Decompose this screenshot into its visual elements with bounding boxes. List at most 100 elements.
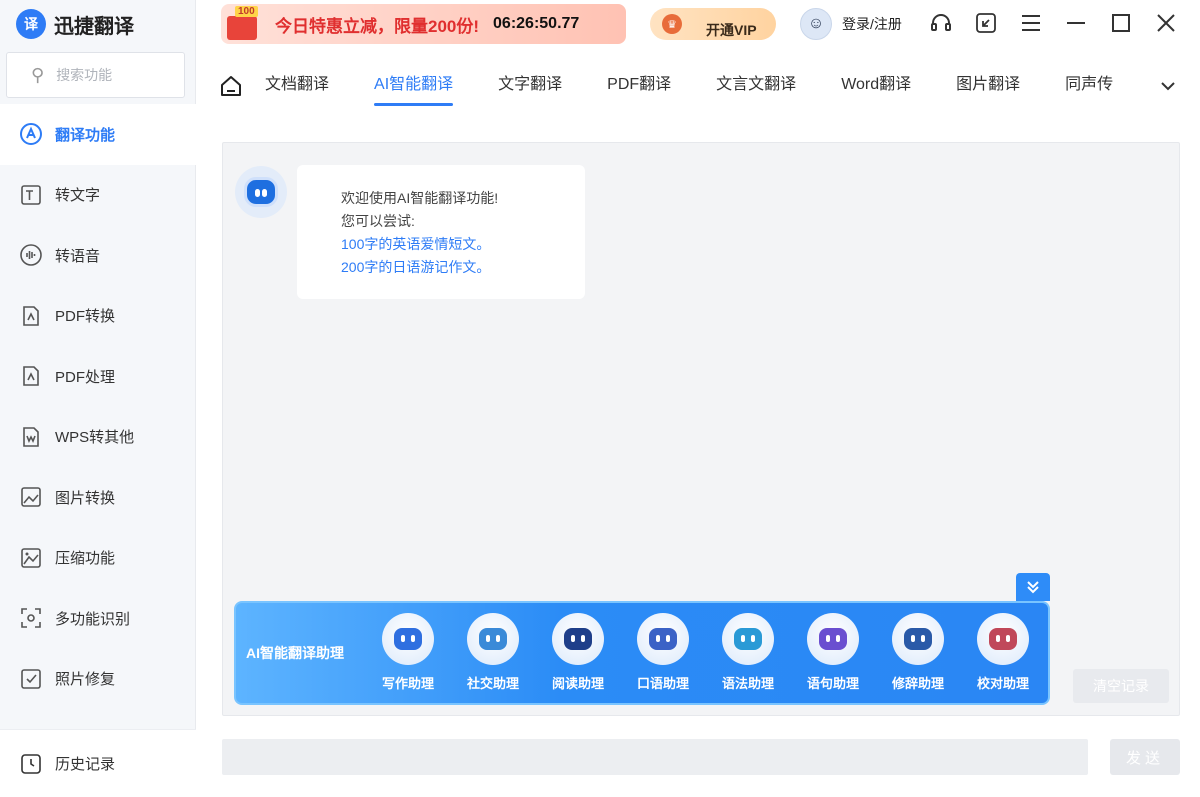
vip-label: 开通VIP (706, 22, 757, 38)
app-logo: 译 迅捷翻译 (16, 8, 134, 40)
search-input[interactable]: ⚲ 搜索功能 (6, 52, 185, 98)
welcome-message: 欢迎使用AI智能翻译功能! 您可以尝试: 100字的英语爱情短文。 200字的日… (297, 165, 585, 299)
sidebar-item-pdf-convert[interactable]: PDF转换 (0, 286, 196, 347)
app-title: 迅捷翻译 (54, 15, 134, 38)
sidebar-item-recognize[interactable]: 多功能识别 (0, 588, 196, 649)
sidebar-item-label: 转语音 (55, 247, 101, 265)
image-convert-icon (18, 484, 44, 510)
promo-text: 今日特惠立减，限量200份! (275, 16, 480, 36)
helper-label: 语句助理 (806, 676, 859, 691)
helper-grammar[interactable]: 语法助理 (713, 613, 783, 692)
promo-badge: 100 (235, 6, 258, 17)
helper-label: 社交助理 (466, 676, 519, 691)
avatar: ☺ (800, 8, 832, 40)
compress-icon (18, 545, 44, 571)
sidebar-nav: 翻译功能 转文字 转语音 PDF转换 PDF处理 WPS转其他 图片转换 压缩功… (0, 104, 196, 709)
tab-pdf-translate[interactable]: PDF翻译 (607, 64, 671, 108)
assistant-title: AI智能翻译助理 (246, 645, 344, 661)
helper-label: 阅读助理 (551, 676, 604, 691)
welcome-text: 欢迎使用AI智能翻译功能! (341, 190, 499, 206)
robot-icon (892, 613, 944, 665)
tab-ai-translate[interactable]: AI智能翻译 (374, 64, 454, 108)
search-placeholder: 搜索功能 (56, 67, 113, 83)
robot-icon (552, 613, 604, 665)
vip-button[interactable]: ♛ 开通VIP (650, 8, 776, 40)
sidebar-item-label: PDF处理 (55, 368, 116, 386)
sidebar-item-text-convert[interactable]: 转文字 (0, 165, 196, 226)
helper-label: 写作助理 (381, 676, 434, 691)
helper-reading[interactable]: 阅读助理 (543, 613, 613, 692)
crown-icon: ♛ (662, 14, 682, 34)
minimize-icon[interactable] (1063, 10, 1089, 36)
close-icon[interactable] (1153, 10, 1179, 36)
search-icon: ⚲ (31, 64, 45, 85)
photo-repair-icon (18, 666, 44, 692)
helper-proofread[interactable]: 校对助理 (968, 613, 1038, 692)
tab-classical-translate[interactable]: 文言文翻译 (716, 64, 796, 108)
sidebar-item-label: 转文字 (55, 187, 101, 205)
robot-icon (807, 613, 859, 665)
maximize-icon[interactable] (1108, 10, 1134, 36)
sidebar-item-pdf-process[interactable]: PDF处理 (0, 346, 196, 407)
try-text: 您可以尝试: (341, 213, 415, 229)
translate-icon (18, 121, 44, 147)
history-icon (18, 751, 44, 777)
sidebar-item-label: 压缩功能 (55, 550, 116, 568)
helper-sentence[interactable]: 语句助理 (798, 613, 868, 692)
sidebar-item-compress[interactable]: 压缩功能 (0, 528, 196, 589)
gift-icon: 100 (221, 4, 267, 44)
robot-icon (467, 613, 519, 665)
suggestion-link[interactable]: 200字的日语游记作文。 (341, 256, 585, 279)
clear-history-button[interactable]: 清空记录 (1073, 669, 1169, 703)
sidebar-item-label: 照片修复 (55, 671, 116, 689)
assistant-bar: AI智能翻译助理 写作助理 社交助理 阅读助理 口语助理 语法助理 语句助理 修… (234, 601, 1050, 705)
sidebar-item-photo-repair[interactable]: 照片修复 (0, 649, 196, 710)
helper-rhetoric[interactable]: 修辞助理 (883, 613, 953, 692)
login-button[interactable]: ☺ 登录/注册 (800, 8, 902, 40)
sidebar-item-label: WPS转其他 (55, 429, 135, 447)
minimize-window-icon[interactable] (973, 10, 999, 36)
headset-icon[interactable] (928, 10, 954, 36)
sidebar-item-image-convert[interactable]: 图片转换 (0, 467, 196, 528)
promo-timer: 06:26:50.77 (493, 15, 580, 32)
robot-icon (382, 613, 434, 665)
suggestion-link[interactable]: 100字的英语爱情短文。 (341, 233, 585, 256)
sidebar: 译 迅捷翻译 ⚲ 搜索功能 翻译功能 转文字 转语音 PDF转换 PDF处理 W… (0, 0, 196, 797)
menu-icon[interactable] (1018, 10, 1044, 36)
helper-social[interactable]: 社交助理 (458, 613, 528, 692)
tab-image-translate[interactable]: 图片翻译 (956, 64, 1020, 108)
sidebar-item-wps[interactable]: WPS转其他 (0, 407, 196, 468)
tab-simultaneous[interactable]: 同声传 (1065, 64, 1113, 108)
sidebar-item-label: 多功能识别 (55, 610, 131, 628)
sidebar-item-translate[interactable]: 翻译功能 (0, 104, 196, 165)
sidebar-item-label: 图片转换 (55, 489, 116, 507)
tab-text-translate[interactable]: 文字翻译 (498, 64, 562, 108)
helper-label: 口语助理 (636, 676, 689, 691)
tab-word-translate[interactable]: Word翻译 (841, 64, 911, 108)
login-label: 登录/注册 (842, 16, 902, 32)
wps-icon (18, 424, 44, 450)
chevron-down-icon[interactable] (1156, 74, 1180, 98)
helper-speaking[interactable]: 口语助理 (628, 613, 698, 692)
robot-icon (637, 613, 689, 665)
helper-writing[interactable]: 写作助理 (373, 613, 443, 692)
collapse-assistant-button[interactable] (1016, 573, 1050, 601)
logo-icon: 译 (16, 9, 46, 39)
text-convert-icon (18, 182, 44, 208)
pdf-convert-icon (18, 303, 44, 329)
chat-panel: 欢迎使用AI智能翻译功能! 您可以尝试: 100字的英语爱情短文。 200字的日… (222, 142, 1180, 716)
sidebar-item-history[interactable]: 历史记录 (0, 729, 196, 797)
sidebar-item-voice[interactable]: 转语音 (0, 225, 196, 286)
tab-doc-translate[interactable]: 文档翻译 (265, 64, 329, 108)
voice-icon (18, 242, 44, 268)
send-button[interactable]: 发送 (1110, 739, 1180, 775)
history-label: 历史记录 (55, 756, 116, 773)
home-icon[interactable] (216, 71, 246, 101)
bot-avatar (235, 166, 287, 218)
helper-label: 语法助理 (721, 676, 774, 691)
message-input[interactable] (222, 739, 1088, 775)
promo-banner[interactable]: 100 今日特惠立减，限量200份! 06:26:50.77 (221, 4, 626, 44)
robot-icon (722, 613, 774, 665)
sidebar-item-label: PDF转换 (55, 308, 116, 326)
robot-icon (977, 613, 1029, 665)
